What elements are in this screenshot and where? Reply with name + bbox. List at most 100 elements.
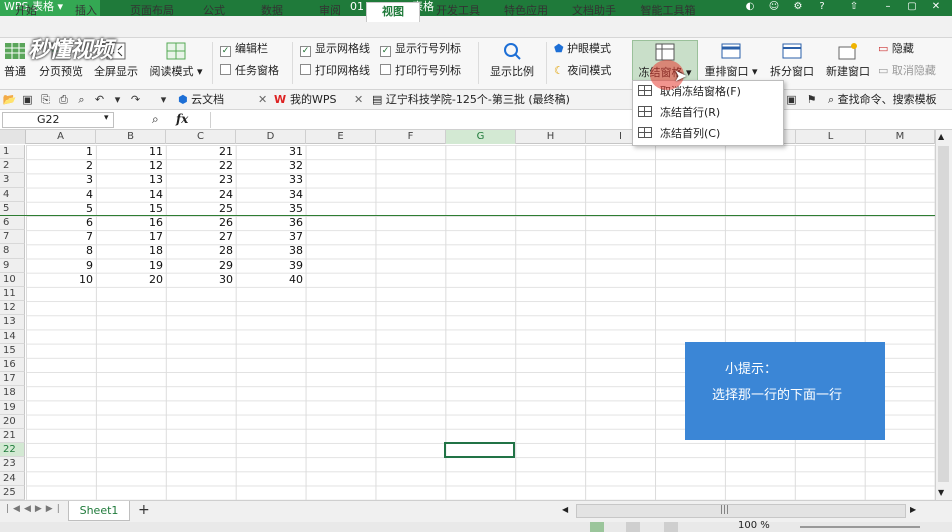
tab-my-wps[interactable]: W 我的WPS <box>274 92 336 108</box>
row-header-9[interactable]: 9 <box>0 258 25 273</box>
cell-c10[interactable]: 30 <box>166 273 236 287</box>
user-icon[interactable]: ☺ <box>766 0 782 14</box>
tab-document[interactable]: ▤ 辽宁科技学院-125个-第三批 (最终稿) <box>372 92 570 108</box>
cell-c3[interactable]: 23 <box>166 173 236 187</box>
night-mode-button[interactable]: ☾ 夜间模式 <box>554 62 611 80</box>
print-preview-icon[interactable]: ⌕ <box>74 92 89 107</box>
cell-b2[interactable]: 12 <box>96 159 166 173</box>
cell-d10[interactable]: 40 <box>236 273 306 287</box>
command-search[interactable]: ⌕ 查找命令、搜索模板 <box>828 92 937 108</box>
scroll-down-icon[interactable]: ▼ <box>938 488 944 497</box>
row-header-10[interactable]: 10 <box>0 272 25 287</box>
zoom-button[interactable]: 显示比例 <box>484 40 540 86</box>
sheet-tab-sheet1[interactable]: Sheet1 <box>68 501 130 521</box>
row-header-23[interactable]: 23 <box>0 457 25 472</box>
reading-mode-button[interactable]: 阅读模式 ▾ <box>146 40 206 86</box>
eye-mode-button[interactable]: ⬟ 护眼模式 <box>554 40 611 58</box>
row-header-25[interactable]: 25 <box>0 485 25 500</box>
row-header-13[interactable]: 13 <box>0 315 25 330</box>
cell-b10[interactable]: 20 <box>96 273 166 287</box>
row-header-1[interactable]: 1 <box>0 145 25 160</box>
cell-c5[interactable]: 25 <box>166 202 236 216</box>
cell-a10[interactable]: 10 <box>26 273 96 287</box>
scroll-left-icon[interactable]: ◀ <box>562 505 568 514</box>
redo-icon[interactable]: ↷ <box>128 92 143 107</box>
menu-view[interactable]: 视图 <box>366 2 420 22</box>
cell-a2[interactable]: 2 <box>26 159 96 173</box>
name-box[interactable]: G22 <box>2 112 114 128</box>
cell-d4[interactable]: 34 <box>236 188 306 202</box>
skin-icon[interactable]: ◐ <box>742 0 758 14</box>
new-window-button[interactable]: 新建窗口 <box>822 40 874 86</box>
cell-c4[interactable]: 24 <box>166 188 236 202</box>
cell-c2[interactable]: 22 <box>166 159 236 173</box>
settings-icon[interactable]: ⚙ <box>790 0 806 14</box>
row-header-14[interactable]: 14 <box>0 329 25 344</box>
row-header-24[interactable]: 24 <box>0 471 25 486</box>
row-header-6[interactable]: 6 <box>0 216 25 231</box>
save-icon[interactable]: ▣ <box>20 92 35 107</box>
unhide-window-button[interactable]: ▭ 取消隐藏 <box>878 62 936 80</box>
column-header-g[interactable]: G <box>446 130 516 144</box>
cell-a6[interactable]: 6 <box>26 216 96 230</box>
cell-a5[interactable]: 5 <box>26 202 96 216</box>
freeze-top-row-item[interactable]: 冻结首行(R) <box>638 103 720 123</box>
zoom-search-icon[interactable]: ⌕ <box>152 112 159 127</box>
add-sheet-icon[interactable]: + <box>138 502 150 518</box>
cell-d9[interactable]: 39 <box>236 259 306 273</box>
tab-close-button[interactable]: ✕ <box>354 92 363 108</box>
cell-c7[interactable]: 27 <box>166 230 236 244</box>
cell-d6[interactable]: 36 <box>236 216 306 230</box>
format-painter-icon[interactable]: ⚑ <box>804 92 819 107</box>
help-icon[interactable]: ? <box>814 0 830 14</box>
column-header-d[interactable]: D <box>236 130 306 144</box>
vertical-scroll-thumb[interactable] <box>938 146 949 482</box>
restore-ribbon-icon[interactable]: ⇧ <box>846 0 862 14</box>
cell-a4[interactable]: 4 <box>26 188 96 202</box>
cell-c9[interactable]: 29 <box>166 259 236 273</box>
row-header-19[interactable]: 19 <box>0 400 25 415</box>
undo-dropdown-icon[interactable]: ▾ <box>110 92 125 107</box>
column-header-c[interactable]: C <box>166 130 236 144</box>
cell-a1[interactable]: 1 <box>26 145 96 159</box>
tab-close-button[interactable]: ✕ <box>258 92 267 108</box>
cell-b4[interactable]: 14 <box>96 188 166 202</box>
pin-icon[interactable]: ▣ <box>784 92 799 107</box>
column-header-a[interactable]: A <box>26 130 96 144</box>
column-header-l[interactable]: L <box>796 130 866 144</box>
cell-b7[interactable]: 17 <box>96 230 166 244</box>
menu-toolbox[interactable]: 智能工具箱 <box>634 2 702 22</box>
row-header-12[interactable]: 12 <box>0 301 25 316</box>
row-header-16[interactable]: 16 <box>0 358 25 373</box>
column-header-m[interactable]: M <box>866 130 935 144</box>
row-header-22[interactable]: 22 <box>0 443 25 458</box>
print-gridlines-checkbox[interactable]: 打印网格线 <box>300 62 370 80</box>
scroll-up-icon[interactable]: ▲ <box>938 132 944 141</box>
cell-a7[interactable]: 7 <box>26 230 96 244</box>
selected-cell-g22[interactable] <box>444 442 515 458</box>
row-header-15[interactable]: 15 <box>0 343 25 358</box>
hide-window-button[interactable]: ▭ 隐藏 <box>878 40 914 58</box>
column-header-f[interactable]: F <box>376 130 446 144</box>
normal-view-status-icon[interactable] <box>590 522 604 532</box>
formula-input[interactable] <box>210 112 930 128</box>
menu-page-layout[interactable]: 页面布局 <box>122 2 182 22</box>
menu-insert[interactable]: 插入 <box>64 2 108 22</box>
print-headings-checkbox[interactable]: 打印行号列标 <box>380 62 461 80</box>
row-header-18[interactable]: 18 <box>0 386 25 401</box>
task-pane-checkbox[interactable]: 任务窗格 <box>220 62 279 80</box>
cell-c8[interactable]: 28 <box>166 244 236 258</box>
menu-formula[interactable]: 公式 <box>194 2 234 22</box>
freeze-first-column-item[interactable]: 冻结首列(C) <box>638 124 720 144</box>
menu-doc-assistant[interactable]: 文档助手 <box>566 2 622 22</box>
page-view-status-icon[interactable] <box>626 522 640 532</box>
column-header-h[interactable]: H <box>516 130 586 144</box>
normal-view-button[interactable]: 普通 <box>0 40 30 86</box>
horizontal-scrollbar[interactable] <box>576 504 906 518</box>
column-header-e[interactable]: E <box>306 130 376 144</box>
reading-view-status-icon[interactable] <box>664 522 678 532</box>
undo-icon[interactable]: ↶ <box>92 92 107 107</box>
cell-d7[interactable]: 37 <box>236 230 306 244</box>
row-header-20[interactable]: 20 <box>0 414 25 429</box>
maximize-icon[interactable]: ▢ <box>904 0 920 14</box>
